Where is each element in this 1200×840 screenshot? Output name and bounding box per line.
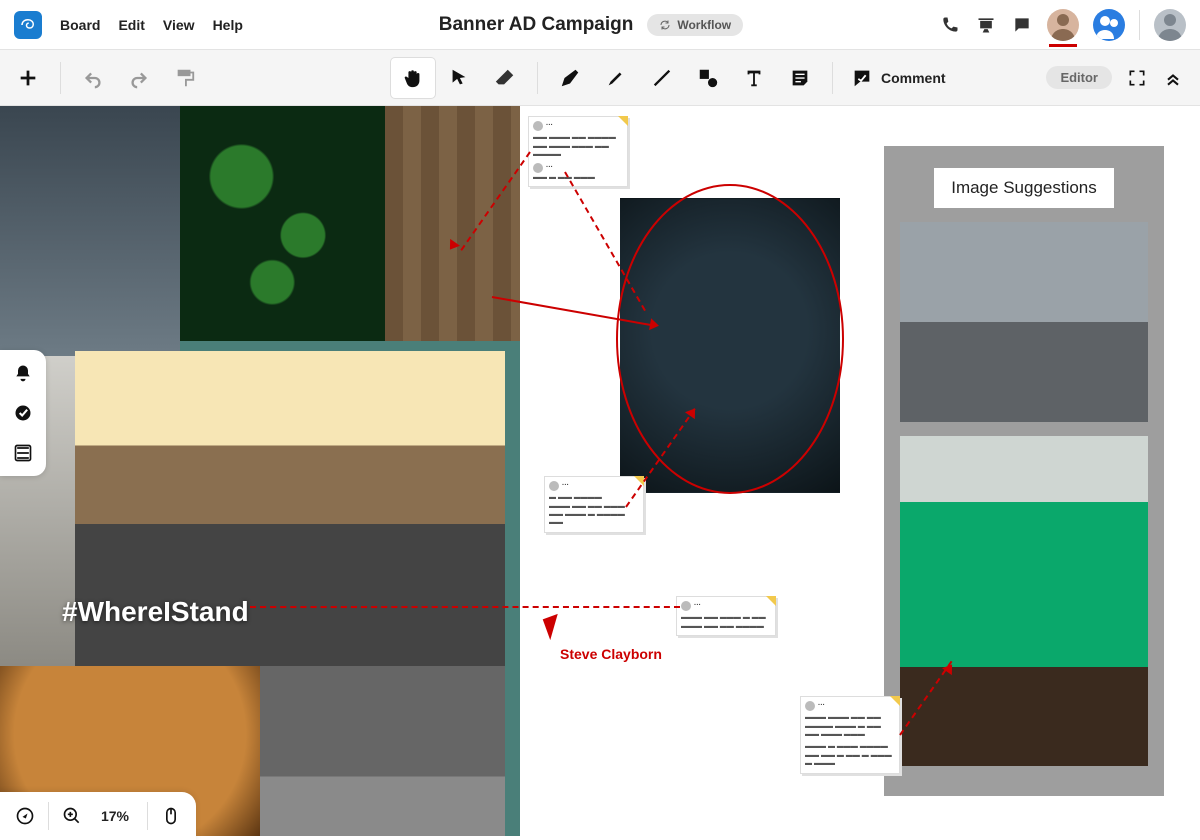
note-tool[interactable] [778, 58, 822, 98]
separator [48, 802, 49, 830]
line-tool[interactable] [640, 58, 684, 98]
suggestions-title[interactable]: Image Suggestions [934, 168, 1114, 208]
mouse-mode-button[interactable] [160, 805, 182, 827]
pointer-icon [448, 67, 470, 89]
comment-tool[interactable]: Comment [843, 67, 954, 89]
menu-help[interactable]: Help [213, 17, 243, 33]
redo-button[interactable] [117, 58, 161, 98]
undo-button[interactable] [71, 58, 115, 98]
menu-view[interactable]: View [163, 17, 195, 33]
people-icon [1093, 9, 1125, 41]
role-pill[interactable]: Editor [1046, 66, 1112, 89]
text-tool[interactable] [732, 58, 776, 98]
call-button[interactable] [939, 14, 961, 36]
text-icon [743, 67, 765, 89]
list-icon [13, 443, 33, 463]
image-tile[interactable] [0, 106, 180, 356]
separator [832, 62, 833, 94]
pen-icon [559, 67, 581, 89]
presence-avatar-1[interactable] [1047, 9, 1079, 41]
collaborator-cursor [543, 614, 566, 640]
chat-button[interactable] [1011, 14, 1033, 36]
paint-roller-icon [174, 67, 196, 89]
navigator-button[interactable] [14, 805, 36, 827]
collapse-button[interactable] [1162, 67, 1184, 89]
ellipse-annotation[interactable] [616, 184, 844, 494]
arrow-annotation[interactable] [250, 606, 680, 608]
shape-tool[interactable] [686, 58, 730, 98]
zoom-level[interactable]: 17% [95, 808, 135, 824]
zoom-in-icon [62, 806, 82, 826]
side-tools [0, 350, 46, 476]
document-title[interactable]: Banner AD Campaign [439, 14, 634, 36]
comment-note[interactable]: ··· ▬▬▬ ▬▬ ▬▬▬ ▬ ▬▬ ▬▬▬ ▬▬ ▬▬ ▬▬▬▬ [676, 596, 776, 636]
workflow-button[interactable]: Workflow [647, 14, 743, 36]
presentation-icon [976, 15, 996, 35]
pen-tool[interactable] [548, 58, 592, 98]
moodboard-frame[interactable]: #WhereIStand [0, 106, 520, 836]
toolbar: Comment Editor [0, 50, 1200, 106]
select-tool[interactable] [437, 58, 481, 98]
zoom-button[interactable] [61, 805, 83, 827]
redo-icon [128, 67, 150, 89]
person-icon [1154, 9, 1186, 41]
notifications-button[interactable] [12, 362, 34, 384]
check-circle-icon [13, 403, 33, 423]
suggestion-image[interactable] [900, 436, 1148, 766]
menu-board[interactable]: Board [60, 17, 100, 33]
fullscreen-button[interactable] [1126, 67, 1148, 89]
person-icon [1047, 9, 1079, 41]
suggestion-image[interactable] [900, 222, 1148, 422]
swirl-icon [19, 16, 37, 34]
hand-icon [402, 67, 424, 89]
eraser-tool[interactable] [483, 58, 527, 98]
separator [537, 62, 538, 94]
compass-icon [15, 806, 35, 826]
add-button[interactable] [6, 58, 50, 98]
app-logo[interactable] [14, 11, 42, 39]
canvas[interactable]: #WhereIStand Image Suggestions ··· ▬▬ ▬▬… [0, 106, 1200, 840]
highlighter-icon [605, 67, 627, 89]
mouse-icon [161, 806, 181, 826]
refresh-icon [659, 19, 671, 31]
divider [1139, 10, 1140, 40]
pan-tool[interactable] [391, 58, 435, 98]
phone-icon [940, 15, 960, 35]
present-button[interactable] [975, 14, 997, 36]
sticky-note-icon [789, 67, 811, 89]
image-tile[interactable] [180, 106, 385, 341]
comment-label: Comment [881, 70, 946, 86]
outline-button[interactable] [12, 442, 34, 464]
menubar: Board Edit View Help Banner AD Campaign … [0, 0, 1200, 50]
format-painter-button[interactable] [163, 58, 207, 98]
collaborator-name: Steve Clayborn [560, 646, 662, 662]
line-icon [651, 67, 673, 89]
bell-icon [13, 363, 33, 383]
share-avatar-button[interactable] [1093, 9, 1125, 41]
menu-edit[interactable]: Edit [118, 17, 144, 33]
current-user-avatar[interactable] [1154, 9, 1186, 41]
plus-icon [17, 67, 39, 89]
menubar-right [939, 9, 1186, 41]
chat-icon [1012, 15, 1032, 35]
highlighter-tool[interactable] [594, 58, 638, 98]
separator [60, 62, 61, 94]
workflow-label: Workflow [677, 18, 731, 32]
image-tile[interactable] [260, 666, 505, 836]
comment-note[interactable]: ··· ▬▬ ▬▬▬ ▬▬ ▬▬▬▬ ▬▬ ▬▬▬ ▬▬▬ ▬▬ ▬▬▬▬ ··… [528, 116, 628, 187]
image-tile[interactable] [385, 106, 520, 341]
tasks-button[interactable] [12, 402, 34, 424]
undo-icon [82, 67, 104, 89]
hashtag-text[interactable]: #WhereIStand [62, 596, 249, 628]
fullscreen-icon [1127, 68, 1147, 88]
chevrons-up-icon [1163, 68, 1183, 88]
eraser-icon [494, 67, 516, 89]
zoom-bar: 17% [0, 792, 196, 840]
comment-icon [851, 67, 873, 89]
separator [147, 802, 148, 830]
comment-note[interactable]: ··· ▬▬▬ ▬▬▬ ▬▬ ▬▬ ▬▬▬▬ ▬▬▬ ▬ ▬▬ ▬▬ ▬▬▬ ▬… [800, 696, 900, 774]
shapes-icon [697, 67, 719, 89]
